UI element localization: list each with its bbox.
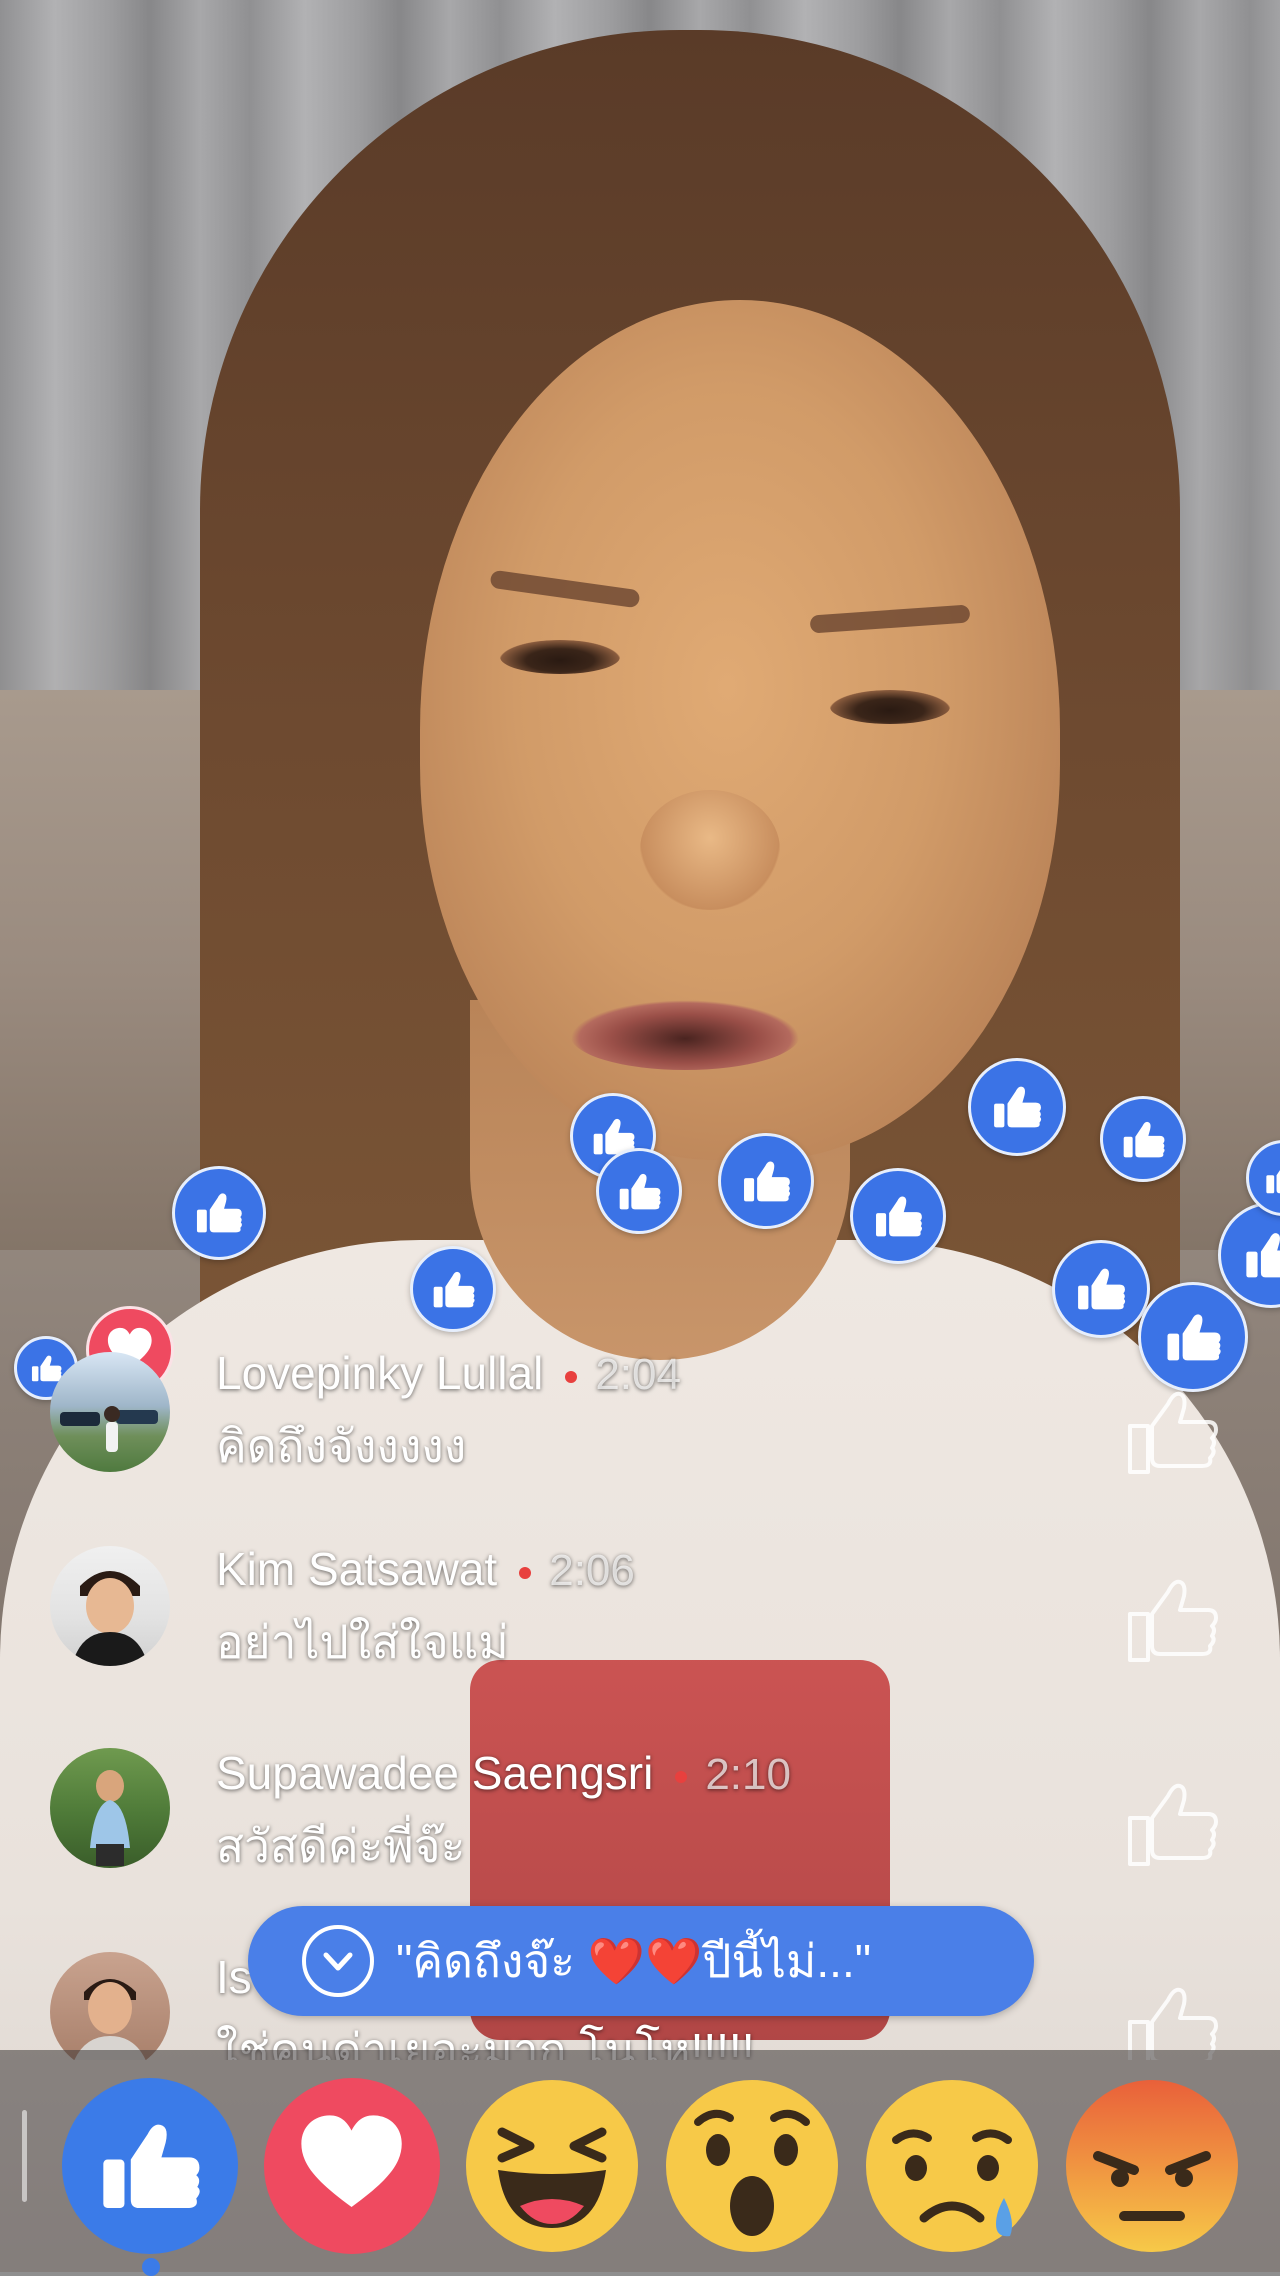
right-eye [830,690,950,724]
thumbs-up-outline-icon [1128,1987,1218,2060]
mouth [570,1000,800,1070]
comment-author[interactable]: Kim Satsawat 2:06 [216,1542,635,1596]
live-dot [519,1566,532,1579]
new-comment-banner-text: "คิดถึงจ๊ะ ❤️❤️ปีนี้ไม่..." [396,1934,872,1987]
thumbs-up-icon [103,2124,200,2209]
avatar-photo [72,1571,148,1666]
comment-author-name[interactable]: Kim Satsawat [216,1543,497,1595]
floating-like-icon [1100,1096,1186,1182]
comment-like-button[interactable] [1122,1570,1222,1670]
nose [640,790,780,910]
comment-like-button[interactable] [1122,1382,1222,1482]
thumbs-up-outline-icon [1128,1783,1218,1866]
comment-author[interactable]: Lovepinky Lullal 2:04 [216,1346,681,1400]
laughing-face-icon [466,2080,638,2252]
avatar[interactable] [50,1352,170,1472]
thumbs-up-outline-icon [1128,1579,1218,1662]
comment-like-button[interactable] [1122,1978,1222,2060]
sad-face-icon [866,2080,1038,2252]
selected-like-indicator [142,2258,160,2276]
comment-like-button[interactable] [1122,1774,1222,1874]
comment-author[interactable]: Is [216,1950,252,2004]
comment-time: 2:10 [705,1750,791,1799]
avatar[interactable] [50,1546,170,1666]
angry-face-icon [1066,2080,1238,2252]
comment-item: Kim Satsawat 2:06 อย่าไปใส่ใจแม่ [0,1536,1280,1696]
avatar[interactable] [50,1952,170,2060]
comment-text: คิดถึงจังงงงง [216,1420,467,1472]
comment-author-name[interactable]: Supawadee Saengsri [216,1747,653,1799]
floating-like-icon [596,1148,682,1234]
heart-icon [301,2115,403,2208]
sad-reaction-button[interactable] [864,2078,1040,2254]
avatar-photo [60,1406,158,1452]
comment-author-name[interactable]: Is [216,1951,252,2003]
floating-like-icon [850,1168,946,1264]
thumbs-up-outline-icon [1128,1391,1218,1474]
haha-reaction-button[interactable] [464,2078,640,2254]
wow-reaction-button[interactable] [664,2078,840,2254]
avatar-photo [90,1770,130,1866]
chevron-down-icon [302,1925,374,1997]
live-dot [675,1770,688,1783]
comment-item: Lovepinky Lullal 2:04 คิดถึงจังงงงง [0,1332,1280,1492]
floating-like-icon [718,1133,814,1229]
love-reaction-button[interactable] [264,2078,440,2254]
angry-reaction-button[interactable] [1064,2078,1240,2254]
left-eye [500,640,620,674]
live-dot [565,1370,578,1383]
avatar-photo [74,1979,146,2060]
comment-author-name[interactable]: Lovepinky Lullal [216,1347,543,1399]
floating-like-icon [968,1058,1066,1156]
reaction-bar [0,2050,1280,2272]
comment-input-cursor[interactable] [22,2110,27,2202]
comment-time: 2:06 [549,1546,635,1595]
new-comment-banner[interactable]: "คิดถึงจ๊ะ ❤️❤️ปีนี้ไม่..." [248,1906,1034,2016]
comment-author[interactable]: Supawadee Saengsri 2:10 [216,1746,791,1800]
floating-like-icon [172,1166,266,1260]
comment-text: อย่าไปใส่ใจแม่ [216,1616,509,1668]
comment-item: Supawadee Saengsri 2:10 สวัสดีค่ะพี่จ๊ะ [0,1740,1280,1900]
surprised-face-icon [666,2080,838,2252]
avatar[interactable] [50,1748,170,1868]
comment-text: สวัสดีค่ะพี่จ๊ะ [216,1820,466,1872]
like-reaction-button[interactable] [62,2078,238,2254]
comment-time: 2:04 [595,1350,681,1399]
